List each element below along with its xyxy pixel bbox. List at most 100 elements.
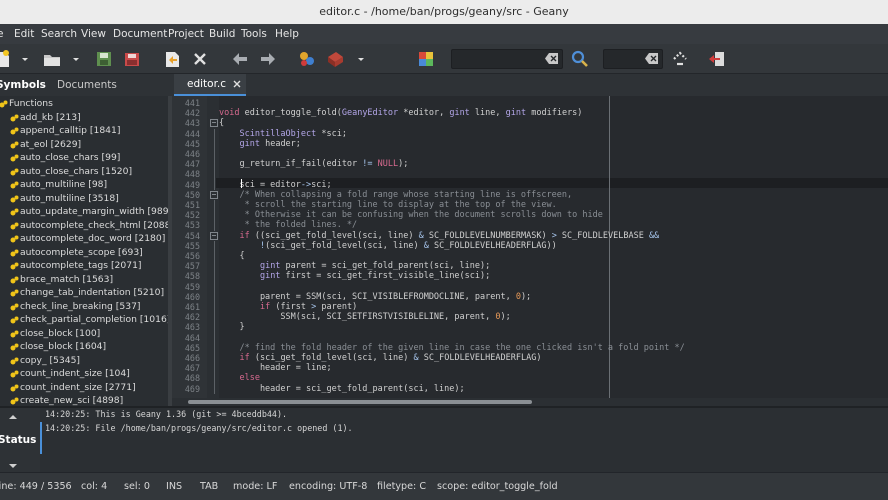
code-line: parent = SSM(sci, SCI_VISIBLEFROMDOCLINE…	[219, 292, 531, 302]
code-line: if (sci_get_fold_level(sci, line) & SC_F…	[219, 353, 541, 363]
search-icon[interactable]	[570, 49, 590, 69]
code-token: );	[520, 291, 532, 302]
symbol-item[interactable]: autocomplete_doc_word [2180]	[0, 232, 168, 246]
line-number: 454	[184, 230, 200, 241]
symbol-item[interactable]: auto_update_margin_width [989]	[0, 205, 172, 219]
menu-view[interactable]: View	[81, 24, 106, 44]
code-token: (first	[270, 302, 312, 312]
code-line: !(sci_get_fold_level(sci, line) & SC_FOL…	[219, 241, 557, 251]
symbol-item[interactable]: close_block [1604]	[0, 340, 168, 354]
symbol-label: autocomplete_doc_word [2180]	[20, 233, 166, 244]
function-icon	[10, 222, 19, 229]
chevron-down-icon[interactable]	[70, 53, 82, 65]
window-titlebar: editor.c - /home/ban/progs/geany/src - G…	[0, 0, 888, 24]
editor-horizontal-scrollbar[interactable]	[172, 398, 888, 406]
close-icon[interactable]	[190, 49, 210, 69]
fold-toggle[interactable]	[210, 190, 218, 199]
compile-icon[interactable]	[297, 49, 317, 69]
clear-icon[interactable]	[545, 53, 558, 64]
back-icon[interactable]	[230, 49, 250, 69]
menu-help[interactable]: Help	[275, 24, 299, 44]
sidebar-tabs: Symbols Documents	[0, 74, 172, 98]
function-icon	[10, 168, 19, 175]
menu-project[interactable]: Project	[168, 24, 204, 44]
menu-build[interactable]: Build	[209, 24, 235, 44]
chevron-down-icon[interactable]	[19, 53, 31, 65]
symbol-label: add_kb [213]	[20, 111, 81, 123]
code-line: {	[219, 118, 224, 128]
chevron-down-icon[interactable]	[355, 53, 367, 65]
symbol-item[interactable]: brace_match [1563]	[0, 273, 168, 287]
symbol-item[interactable]: autocomplete_scope [693]	[0, 246, 168, 260]
forward-icon[interactable]	[258, 49, 278, 69]
save-all-icon[interactable]	[122, 49, 142, 69]
function-icon	[10, 357, 19, 364]
symbol-item[interactable]: check_partial_completion [1016]	[0, 313, 171, 327]
tab-symbols[interactable]: Symbols	[0, 74, 46, 98]
menu-search[interactable]: Search	[41, 24, 77, 44]
symbol-item[interactable]: autocomplete_tags [2071]	[0, 259, 168, 273]
quit-icon[interactable]	[707, 49, 727, 69]
menu-edit[interactable]: Edit	[14, 24, 34, 44]
symbol-item[interactable]: auto_close_chars [1520]	[0, 165, 168, 179]
symbol-item[interactable]: close_block [100]	[0, 327, 168, 341]
symbol-item[interactable]: at_eol [2629]	[0, 138, 168, 152]
line-number: 460	[184, 291, 200, 302]
menu-document[interactable]: Document	[113, 24, 167, 44]
line-number: 452	[184, 210, 200, 221]
chevron-up-icon[interactable]	[8, 413, 18, 421]
line-number: 442	[184, 108, 200, 119]
fold-margin[interactable]	[207, 96, 219, 398]
code-line: ScintillaObject *sci;	[219, 129, 346, 139]
symbol-label: autocomplete_check_html [2088]	[20, 219, 172, 231]
symbol-group-functions[interactable]: Functions	[0, 97, 172, 111]
symbol-item[interactable]: copy_ [5345]	[0, 354, 168, 368]
symbol-label: check_partial_completion [1016]	[20, 314, 171, 325]
status-encoding: encoding: UTF-8	[289, 481, 368, 492]
chevron-down-icon[interactable]	[8, 462, 18, 470]
symbol-item[interactable]: auto_multiline [98]	[0, 178, 168, 192]
menu-file[interactable]: e	[0, 24, 3, 44]
function-icon	[10, 276, 19, 283]
tab-documents[interactable]: Documents	[57, 74, 117, 96]
save-icon[interactable]	[94, 49, 114, 69]
tab-editor-c[interactable]: editor.c	[174, 74, 246, 96]
symbol-label: auto_update_margin_width [989]	[20, 206, 172, 217]
symbol-label: auto_multiline [3518]	[20, 192, 119, 204]
build-icon[interactable]	[325, 49, 345, 69]
code-editor[interactable]: 441 442 443 444 445 446 447 448 449 450 451 452 453 4…	[172, 96, 888, 398]
fold-toggle[interactable]	[210, 119, 218, 128]
code-token: /* When collapsing a fold range whose st…	[219, 189, 573, 200]
symbol-item[interactable]: add_kb [213]	[0, 111, 168, 125]
menu-tools[interactable]: Tools	[241, 24, 267, 44]
symbol-tree[interactable]: Functions add_kb [213] append_calltip [18…	[0, 96, 172, 408]
jump-to-line-icon[interactable]	[670, 49, 690, 69]
tab-status[interactable]: Status	[0, 434, 36, 446]
revert-icon[interactable]	[162, 49, 182, 69]
code-token: SC_FOLDLEVELBASE	[556, 230, 649, 241]
symbol-label: auto_multiline [98]	[20, 179, 108, 190]
new-file-icon[interactable]	[0, 49, 12, 69]
symbol-item[interactable]: change_tab_indentation [5210]	[0, 286, 168, 300]
function-icon	[10, 114, 19, 121]
symbol-item[interactable]: append_calltip [1841]	[0, 124, 168, 138]
text-caret	[241, 179, 242, 188]
code-token: !=	[362, 159, 373, 170]
close-icon[interactable]	[232, 79, 242, 89]
color-chooser-icon[interactable]	[416, 49, 436, 69]
symbol-item[interactable]: count_indent_size [2771]	[0, 381, 168, 395]
symbol-item[interactable]: count_indent_size [104]	[0, 367, 168, 381]
symbol-label: close_block [100]	[20, 327, 101, 339]
code-token: sci = editor	[219, 179, 301, 190]
code-line: if (first > parent)	[219, 302, 357, 312]
symbol-item[interactable]: auto_close_chars [99]	[0, 151, 168, 165]
symbol-item[interactable]: auto_multiline [3518]	[0, 192, 168, 206]
scrollbar-thumb[interactable]	[188, 400, 532, 404]
symbol-item[interactable]: check_line_breaking [537]	[0, 300, 168, 314]
fold-toggle[interactable]	[210, 231, 218, 240]
clear-icon[interactable]	[645, 53, 658, 64]
symbol-item[interactable]: autocomplete_check_html [2088]	[0, 219, 172, 233]
open-file-icon[interactable]	[42, 49, 62, 69]
